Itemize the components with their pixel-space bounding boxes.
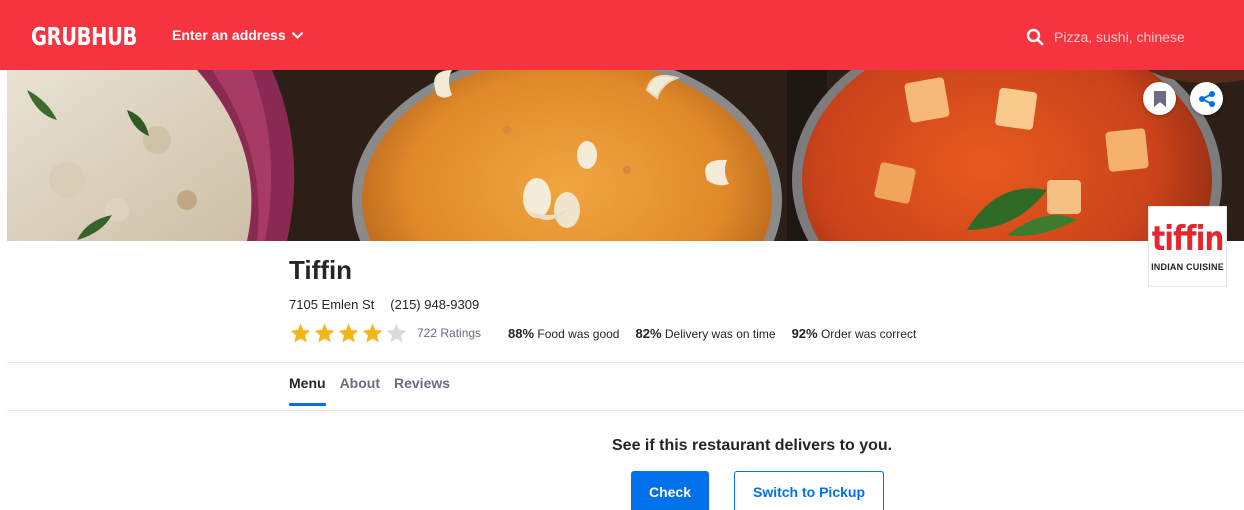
switch-to-pickup-button[interactable]: Switch to Pickup [734, 471, 884, 510]
share-icon [1198, 90, 1215, 107]
star-rating [289, 322, 408, 345]
bookmark-icon [1153, 90, 1166, 107]
search-icon[interactable] [1026, 28, 1044, 46]
restaurant-logo-word: tiffin [1151, 218, 1224, 259]
share-button[interactable] [1190, 82, 1223, 115]
stat-food: 88% Food was good [508, 326, 619, 341]
restaurant-address: 7105 Emlen St [289, 297, 375, 312]
tab-menu[interactable]: Menu [289, 375, 326, 406]
restaurant-name: Tiffin [289, 255, 353, 285]
stat-food-percent: 88% [508, 325, 535, 341]
grubhub-logo[interactable]: GRUBHUB [31, 22, 137, 51]
stat-order-label: Order was correct [820, 326, 917, 341]
star-icon [290, 322, 311, 342]
restaurant-logo: tiffin INDIAN CUISINE [1148, 206, 1227, 287]
restaurant-phone[interactable]: (215) 948-9309 [390, 297, 479, 312]
star-icon [314, 322, 335, 342]
star-icon [362, 322, 383, 342]
star-icon [386, 322, 407, 342]
address-selector[interactable]: Enter an address [172, 27, 304, 43]
ratings-count[interactable]: 722 Ratings [417, 326, 481, 340]
rating-row: 722 Ratings 88% Food was good 82% Delive… [289, 320, 916, 346]
stat-delivery-label: Delivery was on time [664, 326, 776, 341]
restaurant-tabs: Menu About Reviews [289, 375, 450, 406]
check-button[interactable]: Check [631, 471, 709, 510]
bookmark-button[interactable] [1143, 82, 1176, 115]
divider [7, 362, 1244, 363]
search-input[interactable] [1054, 29, 1244, 45]
tab-reviews[interactable]: Reviews [394, 375, 450, 405]
restaurant-contact: 7105 Emlen St (215) 948-9309 [289, 297, 479, 312]
stat-food-label: Food was good [537, 326, 620, 341]
divider [7, 410, 1244, 411]
food-photo [7, 70, 1244, 241]
hero-image [7, 70, 1244, 241]
restaurant-logo-subtitle: INDIAN CUISINE [1151, 261, 1224, 272]
chevron-down-icon [291, 31, 303, 39]
top-bar: GRUBHUB Enter an address [0, 0, 1244, 70]
stat-order-percent: 92% [791, 325, 818, 341]
stat-delivery-percent: 82% [635, 325, 662, 341]
address-label: Enter an address [172, 27, 286, 43]
stat-delivery: 82% Delivery was on time [635, 326, 775, 341]
tab-about[interactable]: About [340, 375, 380, 405]
delivery-prompt: See if this restaurant delivers to you. [612, 437, 893, 454]
stat-order: 92% Order was correct [792, 326, 917, 341]
search-bar[interactable] [1026, 28, 1244, 46]
star-icon [338, 322, 359, 342]
